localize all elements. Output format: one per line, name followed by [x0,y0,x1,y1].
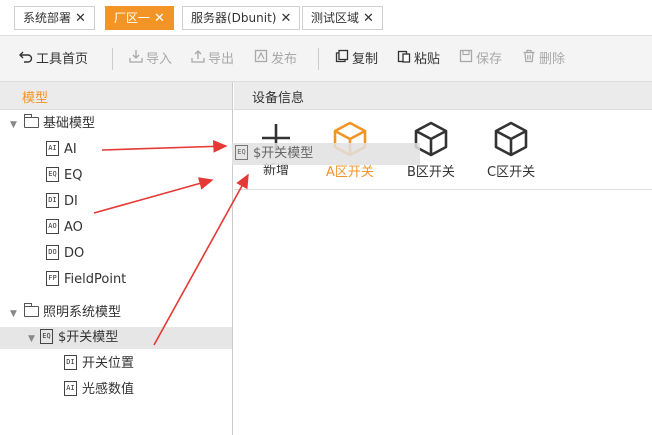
copy-button[interactable]: 复制 [334,49,378,69]
tree-item-label: AO [64,220,83,235]
tree-item-label: DO [64,246,85,261]
trash-icon [521,49,537,70]
copy-icon [334,49,350,70]
tree-item-switch-model[interactable]: ▼ EQ $开关模型 [0,327,232,349]
model-panel-header: 模型 [0,82,232,110]
close-icon[interactable]: ✕ [280,11,291,26]
tree-item-di[interactable]: DI DI [46,191,78,213]
close-icon[interactable]: ✕ [75,11,86,26]
device-panel-header: 设备信息 [234,82,652,110]
close-icon[interactable]: ✕ [363,11,374,26]
export-label: 导出 [208,52,235,67]
tree-item-ao[interactable]: AO AO [46,217,83,239]
toolbar-divider [318,48,319,70]
save-button[interactable]: 保存 [458,49,502,69]
tree-item-label: FieldPoint [64,272,127,287]
tree-item-eq[interactable]: EQ EQ [46,165,82,187]
paste-button[interactable]: 粘贴 [396,49,440,69]
tab-plant-one[interactable]: 厂区一 ✕ [105,6,174,30]
tab-label: 厂区一 [114,11,151,25]
export-icon [190,49,206,70]
device-panel-title: 设备信息 [252,91,305,106]
tree-item-do[interactable]: DO DO [46,243,84,265]
eq-node-icon: EQ [46,167,59,182]
tree-item-label: 开关位置 [82,356,135,371]
copy-label: 复制 [352,52,379,67]
close-icon[interactable]: ✕ [154,11,165,26]
tree-item-light-value[interactable]: AI 光感数值 [64,379,134,401]
export-button[interactable]: 导出 [190,49,234,69]
fp-node-icon: FP [46,271,59,286]
ao-node-icon: AO [46,219,59,234]
tree-item-label: $开关模型 [58,330,119,345]
tree-group-lighting-models[interactable]: ▼ 照明系统模型 [10,302,121,324]
tree-item-switch-position[interactable]: DI 开关位置 [64,353,134,375]
tree-item-label: 光感数值 [82,382,135,397]
folder-icon [24,114,39,128]
eq-node-icon: EQ [40,329,53,344]
tab-bar: 系统部署 ✕ 厂区一 ✕ 服务器(Dbunit) ✕ 测试区域 ✕ [0,0,652,36]
tree-item-fieldpoint[interactable]: FP FieldPoint [46,269,126,291]
expand-triangle-icon[interactable]: ▼ [28,328,40,350]
home-label: 工具首页 [36,52,89,67]
drag-ghost: EQ $开关模型 [232,143,420,165]
cube-icon [494,121,528,157]
do-node-icon: DO [46,245,59,260]
tree-item-label: DI [64,194,78,209]
import-label: 导入 [146,52,173,67]
tree-item-label: EQ [64,168,83,183]
paste-icon [396,49,412,70]
tab-label: 系统部署 [23,11,72,25]
home-button[interactable]: 工具首页 [18,49,88,69]
tab-label: 测试区域 [311,11,360,25]
ai-node-icon: AI [64,381,77,396]
device-panel: 设备信息 新增 A区开关 B区开关 C区开关 [234,82,652,435]
ai-node-icon: AI [46,141,59,156]
publish-label: 发布 [271,52,298,67]
device-label: C区开关 [487,165,536,180]
tree-group-label: 基础模型 [43,116,96,131]
back-arrow-icon [18,49,34,70]
import-icon [128,49,144,70]
toolbar-divider [112,48,113,70]
toolbar: 工具首页 导入 导出 发布 复制 粘贴 保存 删除 [0,36,652,82]
tree-item-label: AI [64,142,77,157]
publish-button[interactable]: 发布 [253,49,297,69]
folder-icon [24,303,39,317]
model-panel-title: 模型 [22,91,49,106]
tab-label: 服务器(Dbunit) [191,11,277,25]
expand-triangle-icon[interactable]: ▼ [10,303,22,325]
device-c-switch[interactable]: C区开关 [487,120,535,180]
drag-ghost-label: $开关模型 [253,146,314,161]
delete-label: 删除 [539,52,566,67]
di-node-icon: DI [46,193,59,208]
save-icon [458,49,474,70]
import-button[interactable]: 导入 [128,49,172,69]
tree-item-ai[interactable]: AI AI [46,139,77,161]
di-node-icon: DI [64,355,77,370]
tree-group-label: 照明系统模型 [43,305,122,320]
tab-server-dbunit[interactable]: 服务器(Dbunit) ✕ [182,6,301,30]
tab-system-deploy[interactable]: 系统部署 ✕ [14,6,95,30]
model-panel: 模型 ▼ 基础模型 AI AI EQ EQ DI DI AO AO DO DO FP Fiel… [0,82,233,435]
eq-node-icon: EQ [235,145,248,160]
save-label: 保存 [476,52,503,67]
publish-icon [253,49,269,70]
expand-triangle-icon[interactable]: ▼ [10,114,22,136]
paste-label: 粘贴 [414,52,441,67]
delete-button[interactable]: 删除 [521,49,565,69]
tree-group-basic-models[interactable]: ▼ 基础模型 [10,113,95,135]
tab-test-area[interactable]: 测试区域 ✕ [302,6,383,30]
